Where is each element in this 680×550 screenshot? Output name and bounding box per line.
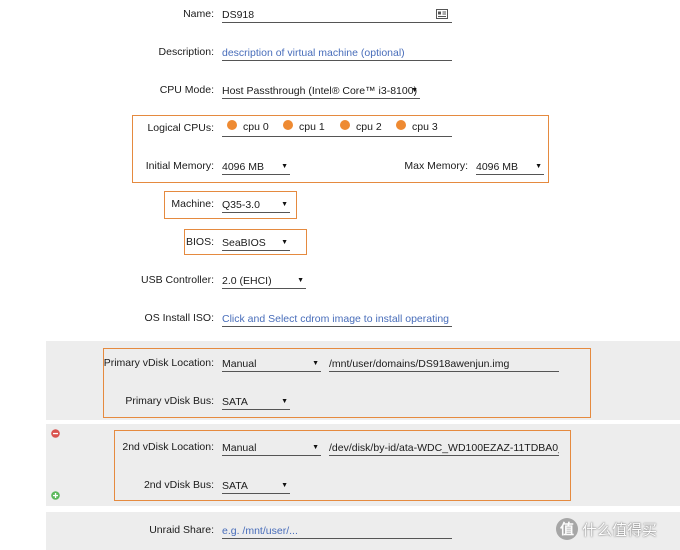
second-vdisk-bus-value: SATA xyxy=(222,480,248,492)
description-placeholder: description of virtual machine (optional… xyxy=(222,47,405,59)
chevron-down-icon: ▼ xyxy=(535,163,542,170)
second-vdisk-location-label: 2nd vDisk Location: xyxy=(122,441,214,453)
primary-vdisk-bus-label: Primary vDisk Bus: xyxy=(125,395,214,407)
second-vdisk-mode-value: Manual xyxy=(222,442,257,454)
initial-memory-value: 4096 MB xyxy=(222,161,265,173)
logical-cpus-label: Logical CPUs: xyxy=(147,122,214,134)
os-install-iso-input[interactable]: Click and Select cdrom image to install … xyxy=(222,312,452,327)
chevron-down-icon: ▼ xyxy=(281,239,288,246)
second-vdisk-mode-select[interactable]: Manual ▼ xyxy=(222,441,321,456)
bios-select[interactable]: SeaBIOS ▼ xyxy=(222,236,290,251)
primary-vdisk-path-value: /mnt/user/domains/DS918awenjun.img xyxy=(329,358,510,370)
description-label: Description: xyxy=(158,46,214,58)
unraid-share-label: Unraid Share: xyxy=(149,524,214,536)
bios-value: SeaBIOS xyxy=(222,237,266,249)
cpu-0-checkbox[interactable] xyxy=(227,120,237,130)
chevron-down-icon: ▼ xyxy=(281,482,288,489)
usb-controller-value: 2.0 (EHCI) xyxy=(222,275,272,287)
initial-memory-select[interactable]: 4096 MB ▼ xyxy=(222,160,290,175)
machine-select[interactable]: Q35-3.0 ▼ xyxy=(222,198,290,213)
second-vdisk-path-input[interactable]: /dev/disk/by-id/ata-WDC_WD100EZAZ-11TDBA… xyxy=(329,441,559,456)
chevron-down-icon: ▼ xyxy=(312,444,319,451)
remove-disk-button[interactable] xyxy=(51,429,60,441)
primary-vdisk-bus-value: SATA xyxy=(222,396,248,408)
cpu-mode-value: Host Passthrough (Intel® Core™ i3-8100) xyxy=(222,85,418,97)
primary-vdisk-mode-select[interactable]: Manual ▼ xyxy=(222,357,321,372)
cpu-1-label: cpu 1 xyxy=(299,121,325,133)
bios-label: BIOS: xyxy=(185,236,214,248)
watermark-text: 什么值得买 xyxy=(582,520,658,539)
unraid-share-input[interactable]: e.g. /mnt/user/... xyxy=(222,524,452,539)
unraid-share-placeholder: e.g. /mnt/user/... xyxy=(222,525,298,537)
cpu-mode-select[interactable]: Host Passthrough (Intel® Core™ i3-8100) … xyxy=(222,84,420,99)
primary-vdisk-bus-select[interactable]: SATA ▼ xyxy=(222,395,290,410)
primary-vdisk-path-input[interactable]: /mnt/user/domains/DS918awenjun.img xyxy=(329,357,559,372)
watermark-logo-icon: 值 xyxy=(556,518,578,540)
max-memory-select[interactable]: 4096 MB ▼ xyxy=(476,160,544,175)
max-memory-value: 4096 MB xyxy=(476,161,519,173)
cpu-mode-label: CPU Mode: xyxy=(159,84,214,96)
os-install-iso-placeholder: Click and Select cdrom image to install … xyxy=(222,313,452,325)
primary-vdisk-location-label: Primary vDisk Location: xyxy=(103,357,214,369)
primary-vdisk-mode-value: Manual xyxy=(222,358,257,370)
cpu-2-label: cpu 2 xyxy=(356,121,382,133)
add-disk-button[interactable] xyxy=(51,491,60,503)
cpu-2-checkbox[interactable] xyxy=(340,120,350,130)
max-memory-label: Max Memory: xyxy=(404,160,468,172)
second-vdisk-bus-select[interactable]: SATA ▼ xyxy=(222,479,290,494)
cpu-3-label: cpu 3 xyxy=(412,121,438,133)
chevron-down-icon: ▼ xyxy=(281,163,288,170)
cpu-1-checkbox[interactable] xyxy=(283,120,293,130)
name-value: DS918 xyxy=(222,9,255,21)
logical-cpus-underline xyxy=(222,136,452,137)
initial-memory-label: Initial Memory: xyxy=(145,160,214,172)
chevron-down-icon: ▼ xyxy=(281,398,288,405)
machine-label: Machine: xyxy=(171,198,214,210)
usb-controller-select[interactable]: 2.0 (EHCI) ▼ xyxy=(222,274,306,289)
id-card-icon[interactable] xyxy=(436,9,448,22)
watermark: 值 什么值得买 xyxy=(556,518,657,540)
chevron-down-icon: ▼ xyxy=(312,360,319,367)
name-input[interactable]: DS918 xyxy=(222,8,452,23)
cpu-0-label: cpu 0 xyxy=(243,121,269,133)
cpu-3-checkbox[interactable] xyxy=(396,120,406,130)
os-install-iso-label: OS Install ISO: xyxy=(144,312,214,324)
name-label: Name: xyxy=(183,8,214,20)
machine-value: Q35-3.0 xyxy=(222,199,260,211)
chevron-down-icon: ▼ xyxy=(281,201,288,208)
second-vdisk-path-value: /dev/disk/by-id/ata-WDC_WD100EZAZ-11TDBA… xyxy=(329,442,559,454)
description-input[interactable]: description of virtual machine (optional… xyxy=(222,46,452,61)
second-vdisk-bus-label: 2nd vDisk Bus: xyxy=(143,479,214,491)
chevron-down-icon: ▼ xyxy=(297,277,304,284)
usb-controller-label: USB Controller: xyxy=(141,274,214,286)
chevron-down-icon: ▼ xyxy=(411,87,418,94)
